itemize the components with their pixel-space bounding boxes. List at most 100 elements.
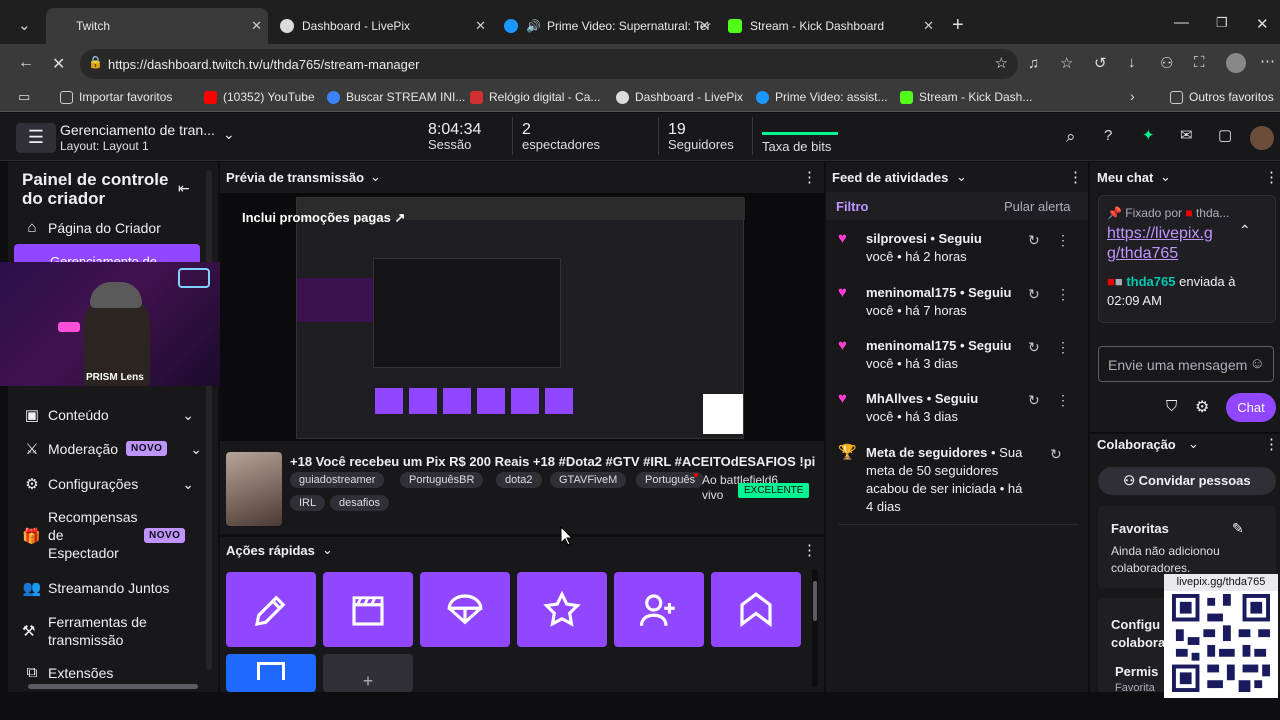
paid-promo-label[interactable]: Inclui promoções pagas ↗ bbox=[242, 210, 405, 226]
history-icon[interactable]: ↺ bbox=[1094, 54, 1107, 72]
bookmark-other-folder[interactable]: Outros favoritos bbox=[1170, 90, 1274, 104]
quick-action-raid-button[interactable] bbox=[711, 572, 801, 647]
favorites-icon[interactable]: ☆ bbox=[1060, 54, 1073, 72]
tab-livepix[interactable]: Dashboard - LivePix ✕ bbox=[270, 8, 492, 44]
replay-alert-icon[interactable]: ↻ bbox=[1028, 286, 1040, 303]
sidebar-item-content[interactable]: ▣ Conteúdo ⌄ bbox=[22, 406, 194, 425]
downloads-icon[interactable]: ↓ bbox=[1128, 54, 1136, 71]
help-icon[interactable]: ? bbox=[1104, 127, 1112, 144]
collapse-sidebar-icon[interactable]: ⇤ bbox=[178, 180, 190, 197]
tag-chip[interactable]: GTAVFiveM bbox=[550, 472, 627, 488]
chevron-down-icon[interactable]: ⌄ bbox=[1160, 169, 1171, 185]
chevron-right-icon[interactable]: › bbox=[1130, 88, 1135, 104]
video-player[interactable]: Inclui promoções pagas ↗ bbox=[220, 193, 824, 441]
pinned-link[interactable]: https://livepix.g g/thda765 bbox=[1107, 224, 1213, 264]
minimize-icon[interactable]: — bbox=[1174, 14, 1189, 31]
layout-chevron-down-icon[interactable]: ⌄ bbox=[223, 126, 235, 143]
close-tab-icon[interactable]: ✕ bbox=[699, 18, 710, 34]
tab-kick[interactable]: Stream - Kick Dashboard ✕ bbox=[718, 8, 940, 44]
add-quick-action-button[interactable]: + bbox=[323, 654, 413, 692]
stream-title[interactable]: +18 Você recebeu um Pix R$ 200 Reais +18… bbox=[290, 454, 824, 469]
tag-chip[interactable]: IRL bbox=[290, 495, 326, 511]
tab-twitch[interactable]: Twitch ✕ bbox=[46, 8, 268, 44]
replay-alert-icon[interactable]: ↻ bbox=[1028, 232, 1040, 249]
chat-input[interactable]: Envie uma mensagem ☺ bbox=[1098, 346, 1274, 382]
sidebar-item-moderation[interactable]: ⚔ Moderação ⌄ bbox=[22, 440, 202, 459]
activity-item[interactable]: ♥ meninomal175 • Seguiu você • há 7 horas bbox=[838, 284, 1038, 320]
replay-alert-icon[interactable]: ↻ bbox=[1028, 392, 1040, 409]
screenshot-icon[interactable]: ⛶ bbox=[1194, 54, 1205, 71]
skip-alert-button[interactable]: Pular alerta bbox=[1004, 199, 1070, 214]
bookmark-prime[interactable]: Prime Video: assist... bbox=[756, 90, 888, 104]
quick-action-more-button[interactable] bbox=[226, 654, 316, 692]
close-window-icon[interactable]: ✕ bbox=[1256, 15, 1269, 33]
chevron-down-icon[interactable]: ⌄ bbox=[322, 542, 333, 558]
bookmark-livepix[interactable]: Dashboard - LivePix bbox=[616, 90, 743, 104]
chat-send-button[interactable]: Chat bbox=[1226, 393, 1276, 422]
tag-chip[interactable]: desafios bbox=[330, 495, 389, 511]
tag-chip[interactable]: dota2 bbox=[496, 472, 542, 488]
mail-icon[interactable]: ✉ bbox=[1180, 126, 1193, 144]
site-info-icon[interactable]: 🔒 bbox=[88, 55, 103, 69]
replay-alert-icon[interactable]: ↻ bbox=[1028, 339, 1040, 356]
sidebar-toggle-icon[interactable]: ▭ bbox=[18, 89, 30, 105]
chevron-down-icon[interactable]: ⌄ bbox=[1188, 436, 1199, 452]
bookmark-buscar[interactable]: Buscar STREAM INI... bbox=[327, 90, 465, 104]
activity-item[interactable]: ♥ meninomal175 • Seguiu você • há 3 dias bbox=[838, 337, 1038, 373]
panel-options-icon[interactable]: ⋮ bbox=[802, 168, 817, 186]
shield-icon[interactable]: ⛉ bbox=[1166, 398, 1177, 415]
sidebar-item-extensions[interactable]: ⧉ Extensões bbox=[22, 664, 114, 681]
replay-alert-icon[interactable]: ↻ bbox=[1050, 446, 1062, 463]
bookmark-kick[interactable]: Stream - Kick Dash... bbox=[900, 90, 1032, 104]
sender-name[interactable]: thda765 bbox=[1126, 274, 1175, 289]
close-tab-icon[interactable]: ✕ bbox=[251, 18, 262, 34]
quick-action-drop-button[interactable] bbox=[420, 572, 510, 647]
tab-list-icon[interactable]: ⌄ bbox=[18, 16, 31, 34]
sidebar-item-broadcast-tools[interactable]: Ferramentas de transmissão bbox=[48, 613, 147, 649]
sidebar-item-creator-page[interactable]: ⌂ Página do Criador bbox=[22, 219, 160, 236]
panel-options-icon[interactable]: ⋮ bbox=[802, 541, 817, 559]
quick-action-clip-button[interactable] bbox=[323, 572, 413, 647]
quick-actions-scrollbar[interactable] bbox=[812, 569, 818, 687]
panel-options-icon[interactable]: ⋮ bbox=[1264, 435, 1279, 453]
tag-chip[interactable]: guiadostreamer bbox=[290, 472, 385, 488]
activity-item[interactable]: ♥ silprovesi • Seguiu você • há 2 horas bbox=[838, 230, 1038, 266]
close-tab-icon[interactable]: ✕ bbox=[475, 18, 486, 34]
item-options-icon[interactable]: ⋮ bbox=[1056, 392, 1070, 409]
quick-action-edit-button[interactable] bbox=[226, 572, 316, 647]
url-field[interactable]: 🔒 https://dashboard.twitch.tv/u/thda765/… bbox=[80, 49, 1018, 79]
sidebar-item-settings[interactable]: ⚙ Configurações ⌄ bbox=[22, 475, 194, 494]
tag-chip[interactable]: PortuguêsBR bbox=[400, 472, 484, 488]
edit-pencil-icon[interactable]: ✎ bbox=[1232, 520, 1244, 537]
read-aloud-icon[interactable]: ♫ bbox=[1028, 55, 1039, 72]
tab-prime-video[interactable]: 🔊 Prime Video: Supernatural: Ter ✕ bbox=[494, 8, 716, 44]
invite-people-button[interactable]: ⚇ Convidar pessoas bbox=[1098, 467, 1276, 495]
panel-options-icon[interactable]: ⋮ bbox=[1068, 168, 1083, 186]
profile-avatar[interactable] bbox=[1226, 53, 1246, 73]
bookmark-youtube[interactable]: (10352) YouTube bbox=[204, 90, 315, 104]
more-menu-icon[interactable]: ⋯ bbox=[1260, 52, 1275, 70]
search-icon[interactable]: ⌕ bbox=[1066, 127, 1076, 147]
item-options-icon[interactable]: ⋮ bbox=[1056, 339, 1070, 356]
chat-bubble-icon[interactable]: ▢ bbox=[1218, 126, 1232, 144]
chevron-down-icon[interactable]: ⌄ bbox=[370, 169, 381, 185]
sidebar-scrollbar[interactable] bbox=[206, 170, 212, 670]
quick-action-star-button[interactable] bbox=[517, 572, 607, 647]
sidebar-item-stream-together[interactable]: 👥 Streamando Juntos bbox=[22, 579, 170, 597]
activity-item[interactable]: ♥ MhAllves • Seguiu você • há 3 dias bbox=[838, 390, 1038, 426]
bookmark-relogio[interactable]: Relógio digital - Ca... bbox=[470, 90, 600, 104]
menu-icon[interactable]: ☰ bbox=[16, 123, 56, 153]
panel-options-icon[interactable]: ⋮ bbox=[1264, 168, 1279, 186]
sidebar-item-rewards[interactable]: Recompensas de Espectador bbox=[48, 508, 138, 562]
close-tab-icon[interactable]: ✕ bbox=[923, 18, 934, 34]
user-avatar[interactable] bbox=[1250, 126, 1274, 150]
gear-icon[interactable]: ⚙ bbox=[1195, 397, 1209, 417]
item-options-icon[interactable]: ⋮ bbox=[1056, 286, 1070, 303]
chevron-down-icon[interactable]: ⌄ bbox=[956, 169, 967, 185]
filter-button[interactable]: Filtro bbox=[836, 199, 869, 214]
favorite-star-icon[interactable]: ☆ bbox=[995, 54, 1008, 72]
new-tab-icon[interactable]: + bbox=[952, 14, 964, 37]
sparkle-icon[interactable]: ✦ bbox=[1142, 126, 1155, 144]
collapse-pin-icon[interactable]: ⌃ bbox=[1239, 222, 1251, 239]
horizontal-scrollbar[interactable] bbox=[28, 684, 198, 689]
